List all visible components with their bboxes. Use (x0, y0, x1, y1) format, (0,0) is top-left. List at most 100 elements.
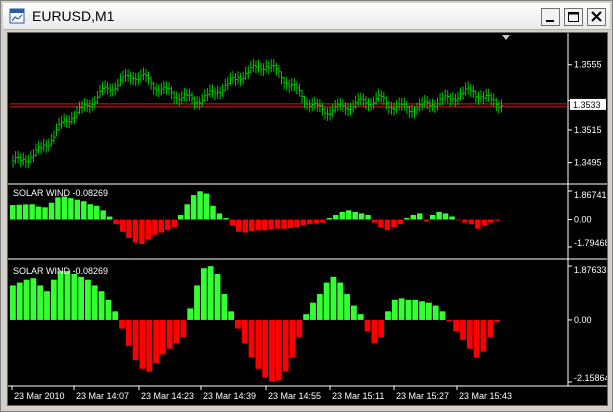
time-axis-label: 23 Mar 14:07 (76, 391, 129, 401)
title-bar[interactable]: EURUSD,M1 (3, 3, 610, 30)
current-price-label: 1.3533 (573, 100, 601, 110)
window-title: EURUSD,M1 (32, 8, 115, 24)
histogram-bar (37, 285, 44, 320)
histogram-bar (229, 219, 236, 226)
histogram-bar (412, 299, 419, 320)
histogram-bar (261, 219, 268, 231)
maximize-button[interactable] (564, 8, 583, 26)
histogram-bar (417, 213, 423, 220)
price-bars (12, 58, 504, 169)
price-axis-label: 1.3515 (574, 125, 602, 135)
histogram-bar (50, 279, 57, 320)
histogram-bar (303, 314, 310, 320)
histogram-bar (365, 214, 371, 220)
histogram-bar (106, 216, 113, 220)
histogram-bar (145, 219, 152, 240)
histogram-bar (468, 219, 475, 225)
histogram-bar (391, 299, 398, 320)
time-axis-label: 23 Mar 2010 (14, 391, 65, 401)
histogram-bar (473, 319, 480, 358)
histogram-bar (352, 211, 358, 220)
histogram-bar (313, 219, 320, 224)
histogram-bar (432, 305, 439, 320)
histogram-bar (326, 218, 333, 220)
histogram-bar (166, 319, 173, 349)
histogram-bar (385, 311, 391, 320)
histogram-bar (453, 319, 460, 332)
histogram-bar (180, 319, 187, 338)
histogram-bar (210, 205, 216, 220)
histogram-bar (371, 319, 378, 343)
histogram-bar (194, 285, 200, 320)
indicator-axis-label: 1.87633 (574, 265, 607, 275)
histogram-bar (242, 219, 249, 233)
indicator-2-histogram (10, 266, 500, 382)
histogram-bar (439, 311, 446, 320)
histogram-bar (93, 205, 100, 220)
histogram-bar (223, 218, 229, 220)
histogram-bar (480, 319, 487, 352)
histogram-bar (404, 218, 410, 220)
histogram-bar (320, 219, 326, 223)
histogram-bar (391, 219, 397, 228)
chart-window-icon (9, 8, 25, 24)
histogram-bar (455, 219, 462, 221)
histogram-bar (487, 319, 494, 338)
histogram-bar (357, 314, 364, 320)
histogram-bar (139, 319, 146, 369)
histogram-bar (475, 219, 481, 229)
histogram-bar (236, 219, 242, 232)
histogram-bar (371, 219, 378, 223)
chart-area[interactable]: 1.3555 1.3515 1.3495 1.3533 1.86741 0.00 -1.79… (7, 32, 610, 406)
histogram-bar (177, 214, 184, 220)
histogram-bar (197, 191, 203, 220)
histogram-bar (48, 202, 55, 220)
indicator-axis-label: -1.79468 (574, 238, 607, 248)
histogram-bar (16, 204, 22, 220)
indicator-1-label: SOLAR WIND -0.08269 (13, 188, 108, 198)
histogram-bar (61, 196, 68, 220)
histogram-bar (462, 219, 468, 223)
histogram-bar (200, 268, 207, 320)
histogram-bar (350, 305, 357, 320)
histogram-bar (126, 219, 132, 238)
chart-canvas[interactable]: 1.3555 1.3515 1.3495 1.3533 1.86741 0.00 -1.79… (8, 33, 610, 405)
indicator-1-histogram (10, 191, 500, 245)
histogram-bar (296, 319, 303, 338)
histogram-bar (55, 197, 61, 220)
close-icon (591, 11, 602, 22)
histogram-bar (87, 204, 93, 220)
histogram-bar (119, 219, 126, 232)
histogram-bar (466, 319, 473, 349)
minimize-button[interactable] (541, 8, 560, 26)
histogram-bar (248, 319, 255, 358)
histogram-bar (330, 276, 337, 320)
histogram-bar (423, 219, 429, 222)
histogram-bar (378, 219, 384, 228)
histogram-bar (81, 201, 87, 220)
histogram-bar (255, 219, 261, 231)
histogram-bar (241, 319, 248, 343)
indicator-axis-label: -2.15864 (574, 373, 607, 383)
price-axis-label: 1.3555 (574, 60, 602, 70)
histogram-bar (207, 266, 214, 320)
histogram-bar (410, 214, 417, 220)
histogram-bar (460, 319, 466, 341)
histogram-bar (152, 219, 158, 235)
close-button[interactable] (587, 8, 606, 26)
histogram-bar (57, 271, 64, 320)
histogram-bar (203, 193, 210, 220)
histogram-bar (214, 273, 221, 320)
histogram-bar (173, 319, 180, 343)
minimize-icon (546, 20, 554, 22)
histogram-bar (132, 219, 139, 243)
histogram-bar (112, 311, 119, 320)
histogram-bar (275, 319, 282, 381)
histogram-bar (310, 302, 316, 320)
histogram-bar (397, 219, 404, 225)
histogram-bar (358, 213, 365, 220)
chart-window: EURUSD,M1 1.3555 1.3515 1.3495 1.3533 1.8674… (0, 0, 613, 412)
histogram-bar (282, 319, 289, 372)
histogram-bar (300, 219, 307, 226)
time-axis-label: 23 Mar 15:27 (396, 391, 449, 401)
